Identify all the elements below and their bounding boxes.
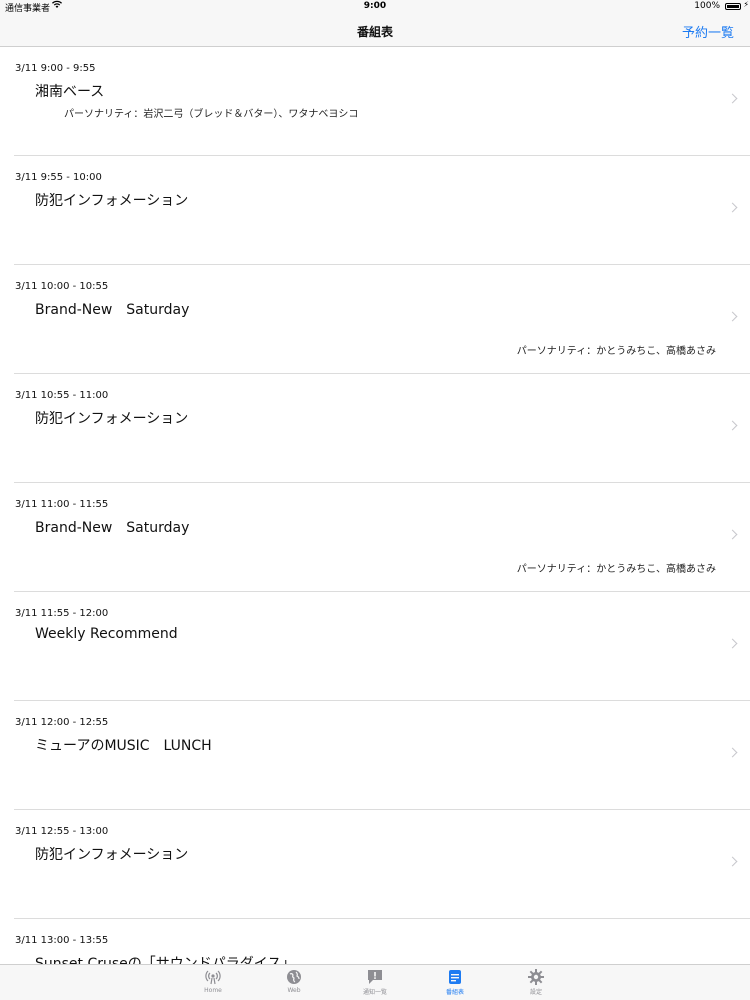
schedule-icon xyxy=(425,968,485,986)
program-title: 防犯インフォメーション xyxy=(35,193,189,209)
program-list[interactable]: 3/11 9:00 - 9:55 湘南ベースパーソナリティ：岩沢二弓（ブレッド＆バ… xyxy=(0,47,750,964)
chevron-right-icon xyxy=(727,311,738,322)
program-time: 3/11 9:55 - 10:00 xyxy=(15,172,102,183)
program-time: 3/11 12:55 - 13:00 xyxy=(15,826,109,837)
charging-icon: ⚡ xyxy=(743,0,749,9)
page-title: 番組表 xyxy=(356,25,393,39)
chevron-right-icon xyxy=(727,529,738,540)
tab-schedule[interactable]: 番組表 xyxy=(425,968,485,996)
program-row[interactable]: 3/11 11:00 - 11:55 Brand-New Saturday パーソナ… xyxy=(14,483,750,592)
program-title: Brand-New Saturday xyxy=(35,520,190,536)
program-row[interactable]: 3/11 10:55 - 11:00 防犯インフォメーション xyxy=(14,374,750,483)
battery-icon xyxy=(725,3,741,10)
program-time: 3/11 10:00 - 10:55 xyxy=(15,281,109,292)
globe-icon xyxy=(264,968,324,986)
program-title: Brand-New Saturday xyxy=(35,302,190,318)
chevron-right-icon xyxy=(727,856,738,867)
battery-percent: 100% xyxy=(694,1,720,11)
program-row[interactable]: 3/11 11:55 - 12:00 Weekly Recommend xyxy=(14,592,750,701)
tab-label: Home xyxy=(204,987,222,994)
tab-bar: Home Web 通知一覧 番組表 設定 xyxy=(0,964,750,1000)
program-row[interactable]: 3/11 13:00 - 13:55 Sunset Cruseの「サウンドパラダイ… xyxy=(14,919,750,964)
tab-label: 番組表 xyxy=(445,989,464,996)
chevron-right-icon xyxy=(727,93,738,104)
program-time: 3/11 9:00 - 9:55 xyxy=(15,63,96,74)
notification-icon xyxy=(345,968,405,986)
program-time: 3/11 11:00 - 11:55 xyxy=(15,499,109,510)
program-time: 3/11 10:55 - 11:00 xyxy=(15,390,109,401)
program-row[interactable]: 3/11 9:00 - 9:55 湘南ベースパーソナリティ：岩沢二弓（ブレッド＆バ… xyxy=(14,47,750,156)
program-title: Weekly Recommend xyxy=(35,626,178,642)
status-bar: 通信事業者 9:00 100% ⚡ xyxy=(0,0,750,14)
program-title: Sunset Cruseの「サウンドパラダイス」 xyxy=(35,956,296,964)
tab-notifications[interactable]: 通知一覧 xyxy=(345,968,405,996)
tab-home[interactable]: Home xyxy=(183,968,243,994)
tab-label: 設定 xyxy=(529,989,542,996)
program-personality: パーソナリティ：かとうみちこ、高橋あさみ xyxy=(516,564,716,575)
tab-web[interactable]: Web xyxy=(264,968,324,994)
program-title: 防犯インフォメーション xyxy=(35,411,189,427)
program-time: 3/11 13:00 - 13:55 xyxy=(15,935,109,946)
program-personality: パーソナリティ：かとうみちこ、高橋あさみ xyxy=(516,346,716,357)
program-row[interactable]: 3/11 12:55 - 13:00 防犯インフォメーション xyxy=(14,810,750,919)
program-time: 3/11 12:00 - 12:55 xyxy=(15,717,109,728)
gear-icon xyxy=(506,968,566,986)
program-title: 防犯インフォメーション xyxy=(35,847,189,863)
status-time: 9:00 xyxy=(363,1,387,11)
chevron-right-icon xyxy=(727,202,738,213)
navigation-bar: 番組表 予約一覧 xyxy=(0,14,750,47)
broadcast-icon xyxy=(183,968,243,986)
chevron-right-icon xyxy=(727,638,738,649)
reservation-list-button[interactable]: 予約一覧 xyxy=(682,22,734,41)
chevron-right-icon xyxy=(727,420,738,431)
tab-label: Web xyxy=(287,987,301,994)
program-row[interactable]: 3/11 9:55 - 10:00 防犯インフォメーション xyxy=(14,156,750,265)
program-row[interactable]: 3/11 12:00 - 12:55 ミューアのMUSIC LUNCH xyxy=(14,701,750,810)
chevron-right-icon xyxy=(727,747,738,758)
program-row[interactable]: 3/11 10:00 - 10:55 Brand-New Saturday パーソナ… xyxy=(14,265,750,374)
tab-label: 通知一覧 xyxy=(362,989,387,996)
program-title: 湘南ベース xyxy=(35,84,105,100)
program-title: ミューアのMUSIC LUNCH xyxy=(35,738,212,754)
program-time: 3/11 11:55 - 12:00 xyxy=(15,608,109,619)
tab-settings[interactable]: 設定 xyxy=(506,968,566,996)
program-personality: パーソナリティ：岩沢二弓（ブレッド＆バター）、ワタナベヨシコ xyxy=(64,109,359,120)
